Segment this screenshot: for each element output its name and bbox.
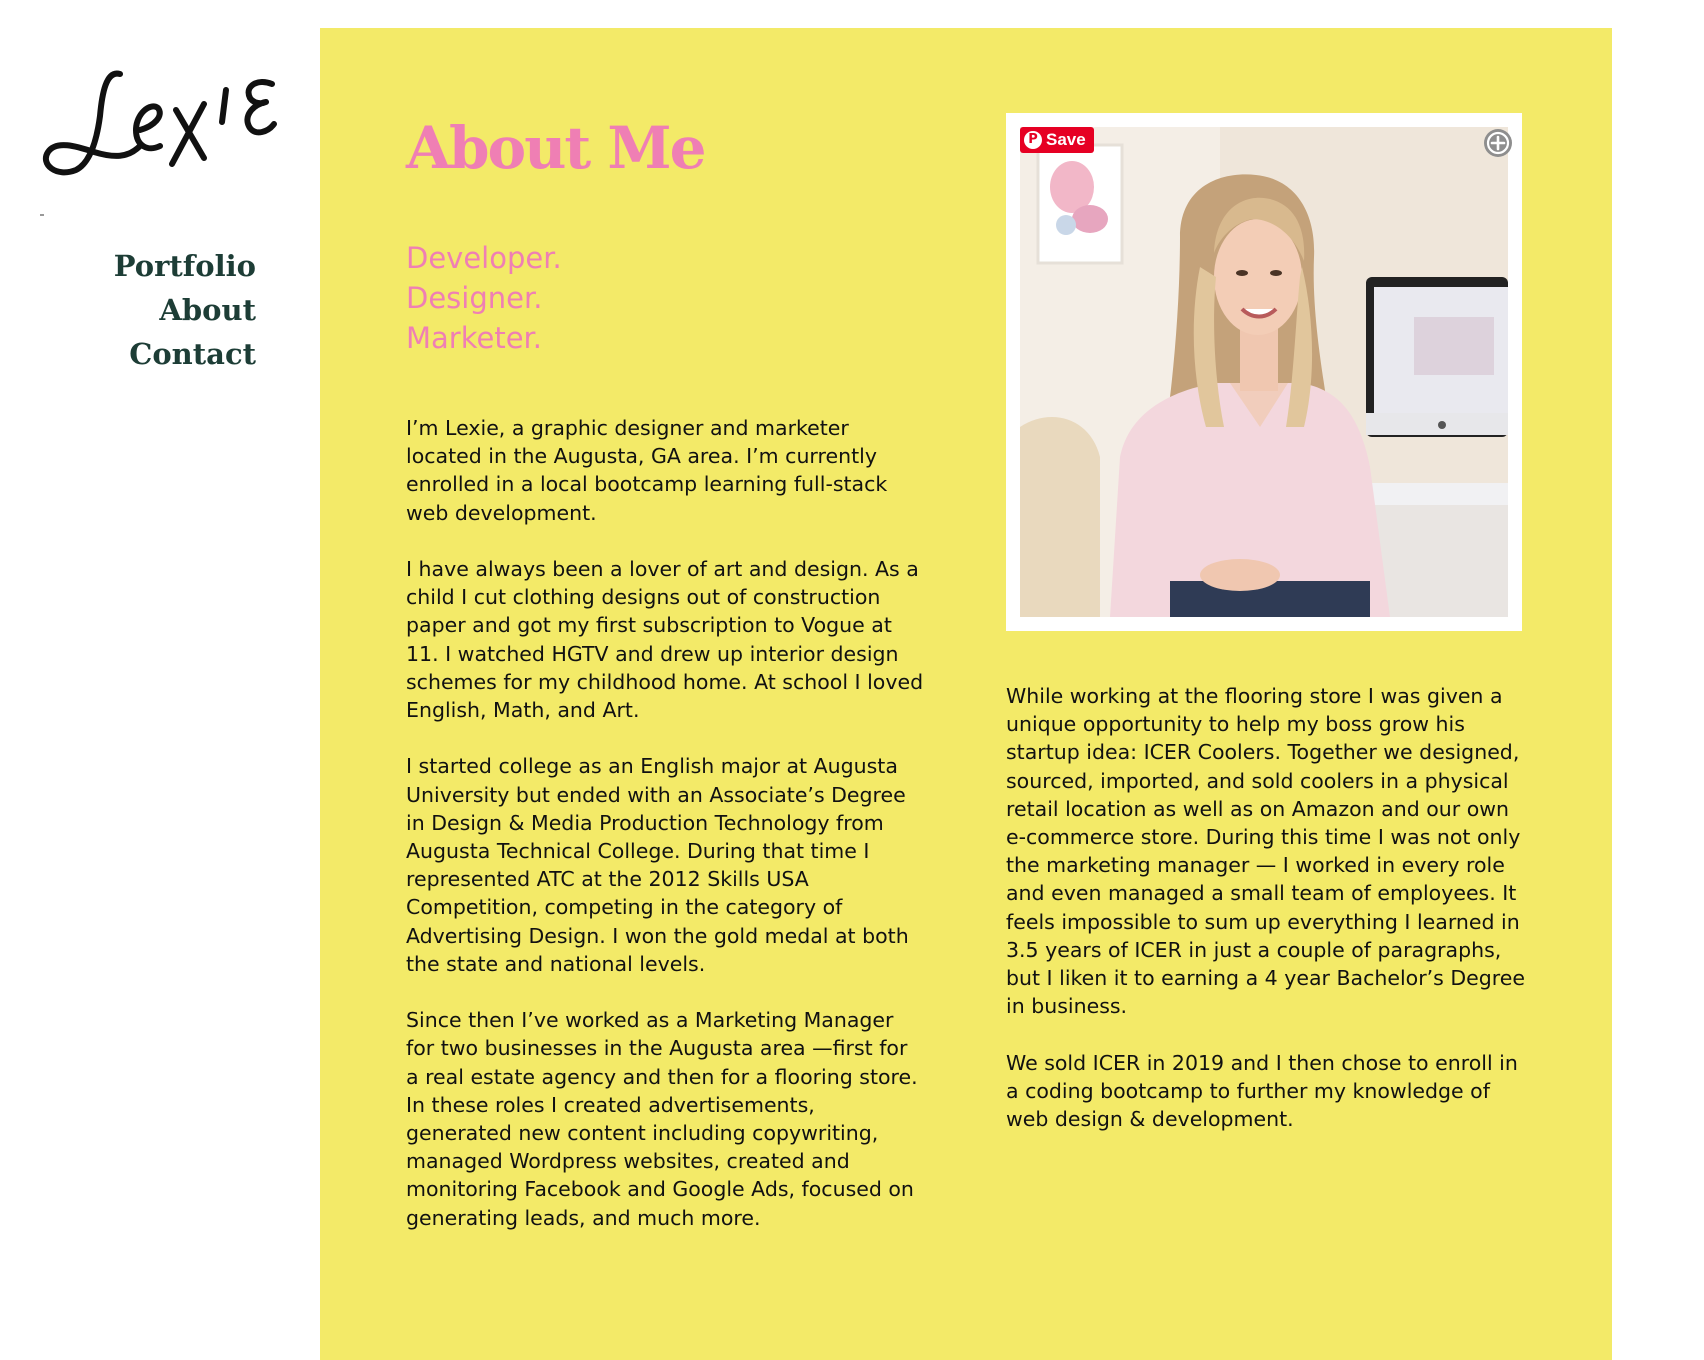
logo-artifact bbox=[40, 214, 44, 216]
nav-contact-link[interactable]: Contact bbox=[0, 332, 256, 376]
pinterest-save-button[interactable]: P Save bbox=[1020, 127, 1094, 153]
taglines: Developer. Designer. Marketer. bbox=[406, 238, 562, 358]
tagline-developer: Developer. bbox=[406, 241, 562, 275]
bio-paragraph: I have always been a lover of art and de… bbox=[406, 557, 924, 723]
tagline-designer: Designer. bbox=[406, 281, 543, 315]
bio-right-column: While working at the flooring store I wa… bbox=[1006, 682, 1526, 1161]
lexie-logo[interactable] bbox=[36, 60, 286, 200]
pinterest-logo-icon: P bbox=[1024, 131, 1042, 149]
pinterest-save-label: Save bbox=[1046, 130, 1086, 149]
portrait-frame: P Save bbox=[1006, 113, 1522, 631]
tagline-marketer: Marketer. bbox=[406, 321, 543, 355]
nav-portfolio-link[interactable]: Portfolio bbox=[0, 244, 256, 288]
nav-about-link[interactable]: About bbox=[0, 288, 256, 332]
bio-paragraph: While working at the flooring store I wa… bbox=[1006, 684, 1525, 1019]
bio-paragraph: Since then I’ve worked as a Marketing Ma… bbox=[406, 1008, 918, 1230]
main-nav: Portfolio About Contact bbox=[0, 244, 256, 376]
portrait-photo bbox=[1020, 127, 1508, 617]
about-panel: About Me Developer. Designer. Marketer. … bbox=[320, 28, 1612, 1360]
page-title: About Me bbox=[406, 114, 706, 182]
bio-paragraph: We sold ICER in 2019 and I then chose to… bbox=[1006, 1050, 1518, 1132]
bio-left-column: I’m Lexie, a graphic designer and market… bbox=[406, 414, 926, 1260]
bio-paragraph: I’m Lexie, a graphic designer and market… bbox=[406, 416, 888, 525]
expand-icon[interactable] bbox=[1482, 127, 1514, 159]
bio-paragraph: I started college as an English major at… bbox=[406, 754, 909, 976]
